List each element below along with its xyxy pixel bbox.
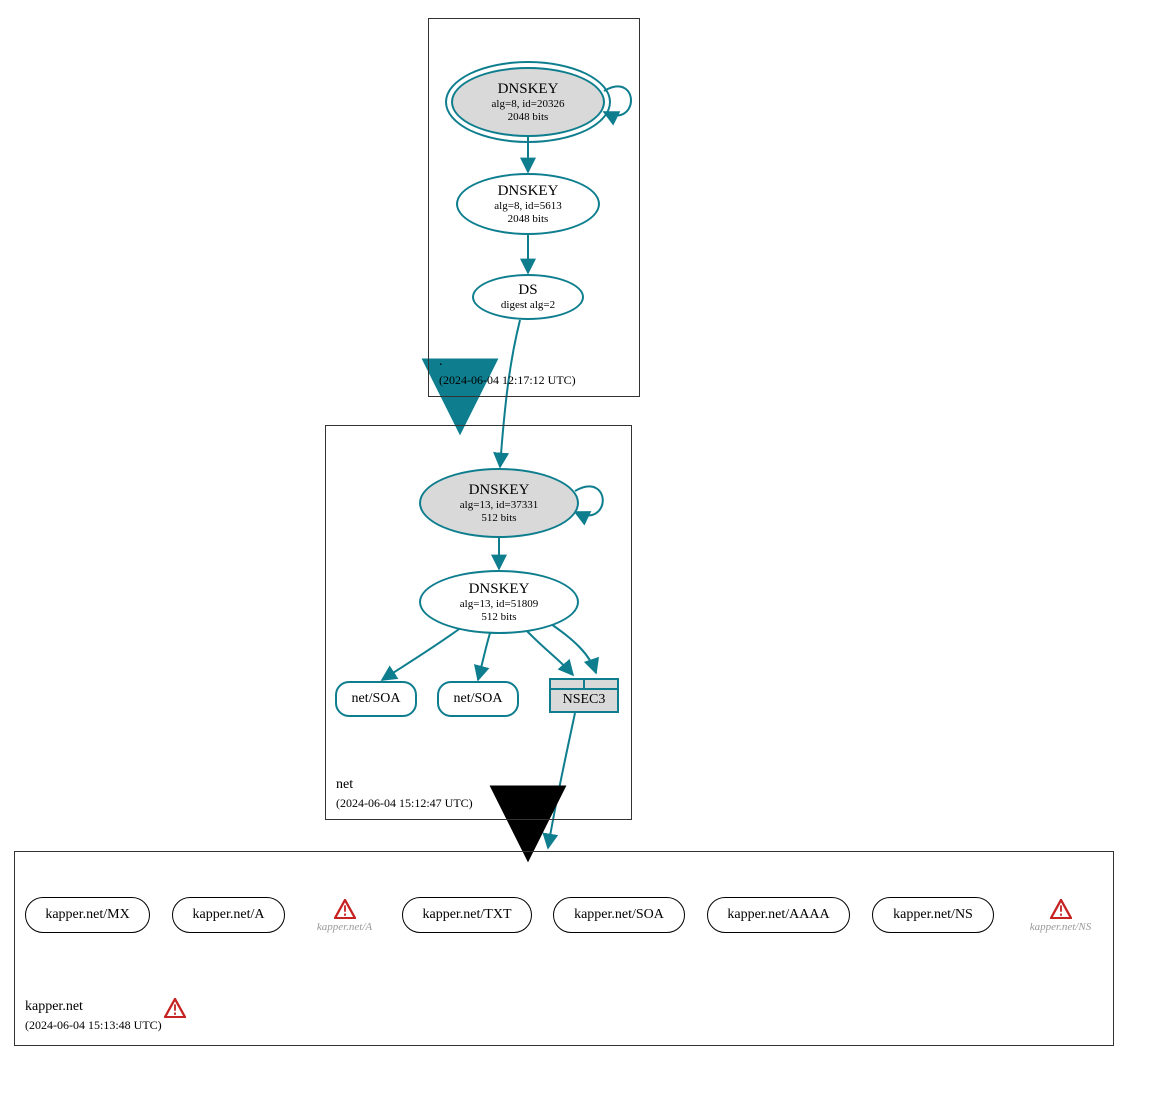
kapper-soa-title: kapper.net/SOA [574,907,664,923]
net-zsk-sub2: 512 bits [481,611,516,624]
kapper-mx-title: kapper.net/MX [45,907,129,923]
warning-icon [334,899,356,919]
warning-icon [164,998,186,1018]
dnssec-diagram: . (2024-06-04 12:17:12 UTC) DNSKEY alg=8… [0,0,1167,1098]
node-kapper-ns: kapper.net/NS [872,897,994,933]
node-net-zsk: DNSKEY alg=13, id=51809 512 bits [419,570,579,634]
zone-net-timestamp: (2024-06-04 15:12:47 UTC) [336,795,473,811]
net-zsk-sub1: alg=13, id=51809 [460,598,538,611]
zone-kapper-name: kapper.net [25,998,162,1017]
node-kapper-aaaa: kapper.net/AAAA [707,897,850,933]
root-ksk-title: DNSKEY [498,81,559,98]
node-kapper-txt: kapper.net/TXT [402,897,532,933]
root-zsk-title: DNSKEY [498,183,559,200]
warning-kapper-ns: kapper.net/NS [1018,899,1103,935]
warning-icon [1050,899,1072,919]
warning-kapper-a-caption: kapper.net/A [317,921,372,933]
net-ksk-sub2: 512 bits [481,512,516,525]
kapper-ns-title: kapper.net/NS [893,907,973,923]
net-ksk-sub1: alg=13, id=37331 [460,499,538,512]
warning-kapper-a: kapper.net/A [307,899,382,935]
kapper-a-title: kapper.net/A [193,907,265,923]
net-soa2-title: net/SOA [454,691,503,707]
zone-root-name: . [439,353,576,372]
root-zsk-sub1: alg=8, id=5613 [494,200,561,213]
warning-kapper-ns-caption: kapper.net/NS [1030,921,1091,933]
net-ksk-title: DNSKEY [469,482,530,499]
node-net-soa-2: net/SOA [437,681,519,717]
zone-net-name: net [336,776,473,795]
node-root-zsk: DNSKEY alg=8, id=5613 2048 bits [456,173,600,235]
warning-zone-kapper [163,998,187,1018]
root-ds-sub1: digest alg=2 [501,299,555,312]
kapper-txt-title: kapper.net/TXT [422,907,511,923]
node-kapper-a: kapper.net/A [172,897,285,933]
node-root-ksk: DNSKEY alg=8, id=20326 2048 bits [451,67,605,137]
net-zsk-title: DNSKEY [469,581,530,598]
net-soa1-title: net/SOA [352,691,401,707]
zone-net-label: net (2024-06-04 15:12:47 UTC) [336,776,473,811]
zone-kapper-timestamp: (2024-06-04 15:13:48 UTC) [25,1017,162,1033]
zone-root-label: . (2024-06-04 12:17:12 UTC) [439,353,576,388]
zone-kapper-label: kapper.net (2024-06-04 15:13:48 UTC) [25,998,162,1033]
root-zsk-sub2: 2048 bits [508,213,549,226]
root-ds-title: DS [518,282,537,299]
root-ksk-sub1: alg=8, id=20326 [492,98,565,111]
node-net-soa-1: net/SOA [335,681,417,717]
kapper-aaaa-title: kapper.net/AAAA [727,907,829,923]
root-ksk-sub2: 2048 bits [508,111,549,124]
nsec3-title: NSEC3 [551,690,617,711]
node-kapper-mx: kapper.net/MX [25,897,150,933]
node-net-ksk: DNSKEY alg=13, id=37331 512 bits [419,468,579,538]
node-kapper-soa: kapper.net/SOA [553,897,685,933]
node-root-ds: DS digest alg=2 [472,274,584,320]
node-nsec3: NSEC3 [549,678,619,713]
zone-root-timestamp: (2024-06-04 12:17:12 UTC) [439,372,576,388]
